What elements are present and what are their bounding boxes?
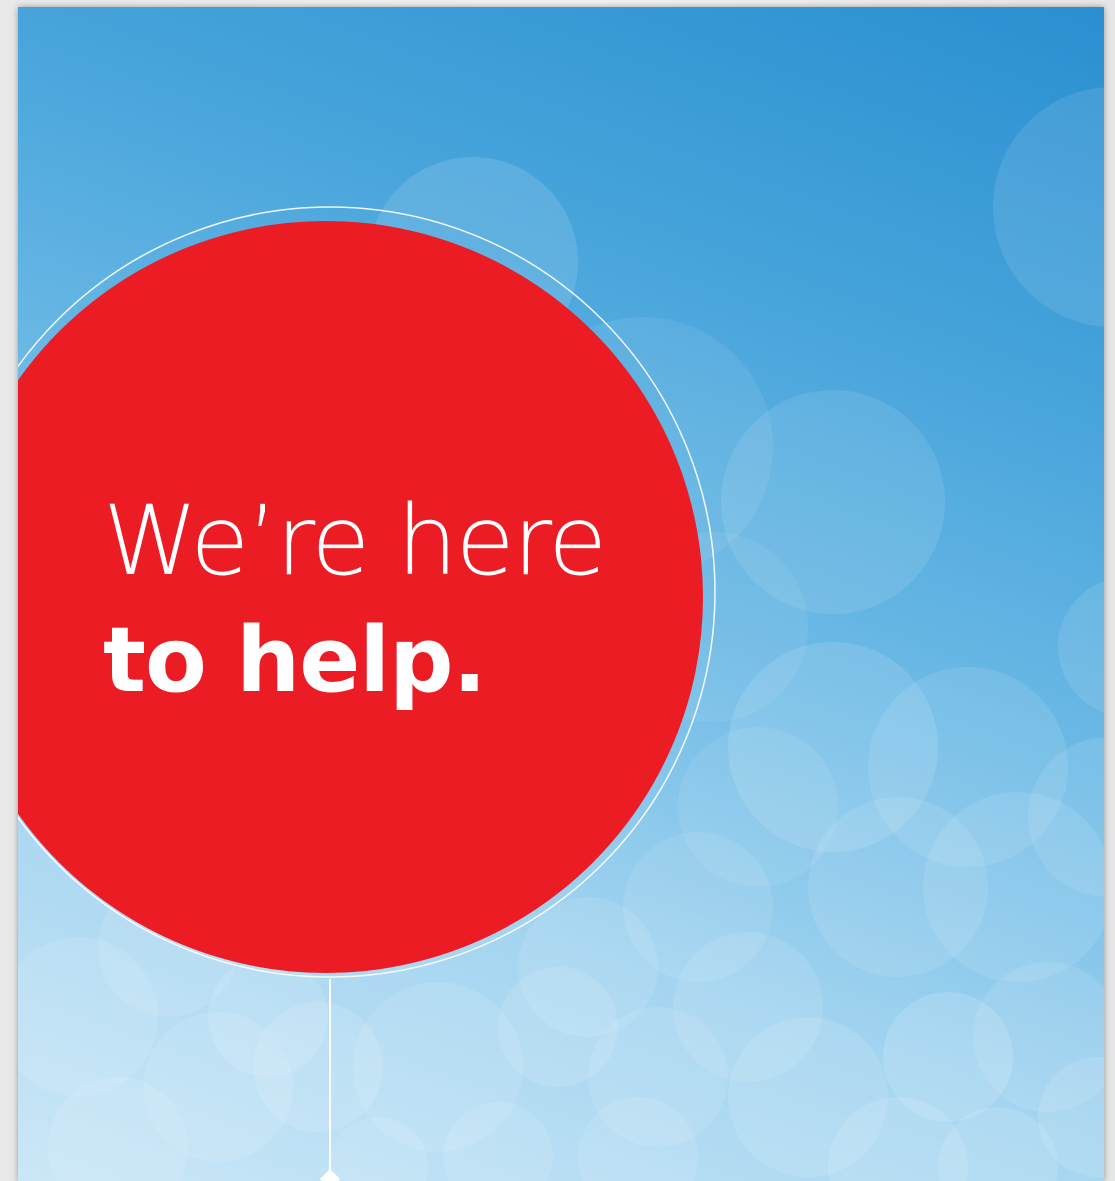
headline: We’re here to help.	[103, 485, 607, 725]
poster: We’re here to help.	[18, 7, 1104, 1181]
headline-line-2: to help.	[103, 608, 487, 713]
headline-line-1: We’re here	[103, 485, 607, 597]
pendant-tip-icon	[320, 1169, 340, 1181]
pendant-line	[329, 979, 331, 1181]
